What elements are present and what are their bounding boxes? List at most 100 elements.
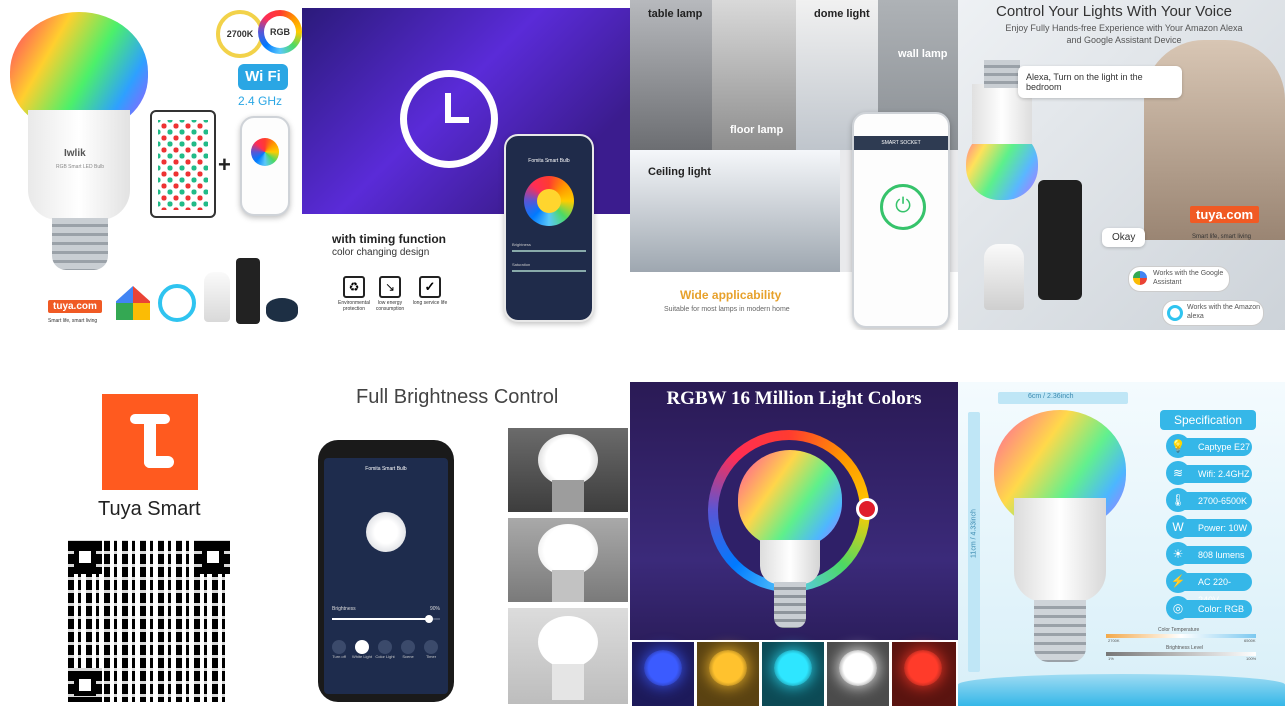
brightness-slider[interactable] — [512, 250, 586, 252]
button-label: Scene — [402, 654, 414, 659]
timer-button[interactable]: Timer — [420, 640, 442, 659]
brightness-level-bar — [1106, 652, 1256, 656]
power-button[interactable]: ⏻ — [880, 184, 926, 230]
echo-speaker-icon — [1038, 180, 1082, 300]
google-home-speaker-icon — [984, 244, 1024, 310]
spec-item: 💡 Captype E27 — [1166, 434, 1252, 458]
product-image-wide-applicability[interactable]: table lamp dome light wall lamp floor la… — [630, 0, 958, 330]
swatch-blue — [632, 642, 694, 706]
swatch-red — [892, 642, 956, 706]
power-icon: W — [1166, 515, 1190, 539]
tuya-tagline: Smart life, smart living — [1192, 234, 1252, 240]
bulb-print-label: RGB Smart LED Bulb — [55, 164, 105, 170]
alexa-icon — [158, 284, 196, 322]
spec-text: Captype E27 — [1198, 442, 1251, 452]
product-image-rgbw-colors[interactable]: RGBW 16 Million Light Colors — [630, 382, 958, 706]
product-image-timing-function[interactable]: with timing function color changing desi… — [302, 0, 630, 330]
brightness-label: Brightness — [332, 606, 356, 612]
brightness-slider-track[interactable] — [332, 615, 440, 623]
tuya-logo: tuya.com — [48, 300, 102, 313]
scene-button[interactable]: Scene — [397, 640, 419, 659]
plus-icon: + — [218, 152, 231, 177]
color-light-button[interactable]: Color Light — [374, 640, 396, 659]
rgb-bulb-image — [738, 450, 842, 548]
button-label: Turn off — [332, 654, 346, 659]
button-label: Color Light — [375, 654, 395, 659]
color-icon: ◎ — [1166, 596, 1190, 620]
app-phone-image: Fomita Smart Bulb Brightness 90% Turn of… — [318, 440, 454, 702]
feature-service-life: ✓ long service life — [406, 276, 454, 306]
product-image-rgb-bulb-remote[interactable]: Iwlik RGB Smart LED Bulb 2700K RGB Wi Fi… — [0, 0, 302, 330]
table-lamp-photo — [630, 0, 712, 150]
phone-title: Fomita Smart Bulb — [528, 158, 570, 164]
bulb-body — [1014, 498, 1106, 602]
temp-high-label: 6500K — [1244, 638, 1256, 643]
product-image-brightness-control[interactable]: Full Brightness Control Fomita Smart Bul… — [302, 382, 630, 706]
spec-text: Color: RGB — [1198, 604, 1245, 614]
google-home-speaker-icon — [204, 272, 230, 322]
button-label: Timer — [425, 654, 437, 659]
remote-control-image — [150, 110, 216, 218]
qr-code-image[interactable] — [68, 540, 230, 702]
alexa-command-bubble: Alexa, Turn on the light in the bedroom — [1018, 66, 1182, 98]
phone-header: SMART SOCKET — [854, 136, 948, 150]
app-phone-image — [240, 116, 290, 216]
wave-decoration — [958, 674, 1285, 706]
saturation-label: Saturation — [512, 262, 531, 267]
spec-text: Wifi: 2.4GHZ — [1198, 469, 1250, 479]
color-temp-label: Color Temperature — [1158, 627, 1200, 633]
bright-high-label: 100% — [1246, 656, 1257, 661]
alarm-clock-icon — [400, 70, 498, 168]
bulb-medium-photo — [508, 518, 628, 602]
product-image-tuya-app-qr[interactable]: Tuya Smart — [0, 382, 302, 706]
saturation-slider[interactable] — [512, 270, 586, 272]
alexa-icon — [1167, 305, 1183, 321]
bulb-body — [760, 540, 820, 584]
lightning-icon: ⚡ — [1166, 569, 1190, 593]
tuya-app-icon — [102, 394, 198, 490]
spec-item: ☀ 808 lumens — [1166, 542, 1252, 566]
timing-subheading: color changing design — [332, 247, 430, 258]
feature-label: long service life — [412, 300, 448, 306]
white-light-button[interactable]: White Light — [351, 640, 373, 659]
bulb-base-icon — [774, 582, 806, 628]
energy-icon: ↘ — [379, 276, 401, 298]
size-label: 6cm / 2.36inch — [1028, 393, 1074, 400]
works-with-alexa-badge: Works with the Amazon alexa — [1162, 300, 1264, 326]
echo-dot-icon — [266, 298, 298, 322]
ceiling-light-label: Ceiling light — [648, 166, 711, 178]
brightness-slider-knob[interactable] — [425, 615, 434, 623]
bulb-dim-photo — [508, 428, 628, 512]
spec-item: W Power: 10W — [1166, 515, 1252, 539]
google-home-icon — [116, 286, 150, 320]
bulb-bright-photo — [508, 608, 628, 704]
swatch-cyan — [762, 642, 824, 706]
works-with-google-badge: Works with the Google Assistant — [1128, 266, 1230, 292]
swatch-yellow — [697, 642, 759, 706]
rgbw-title: RGBW 16 Million Light Colors — [666, 388, 922, 409]
tuya-tagline: Smart life, smart living — [48, 318, 98, 324]
spec-text: Power: 10W — [1198, 523, 1248, 533]
google-assistant-icon — [1133, 271, 1147, 285]
spec-text: 808 lumens — [1198, 550, 1245, 560]
color-temp-bar — [1106, 634, 1256, 638]
works-google-label: Works with the Google Assistant — [1153, 270, 1224, 286]
tuya-logo: tuya.com — [1190, 206, 1260, 223]
product-image-specification[interactable]: 6cm / 2.36inch 11cm / 4.33inch Specifica… — [958, 382, 1285, 706]
floor-lamp-label: floor lamp — [730, 124, 784, 136]
color-picker-knob[interactable] — [856, 498, 878, 520]
product-image-voice-control[interactable]: Control Your Lights With Your Voice Enjo… — [958, 0, 1285, 330]
voice-title: Control Your Lights With Your Voice — [996, 3, 1232, 20]
table-lamp-label: table lamp — [648, 8, 703, 20]
spec-title: Specification — [1160, 410, 1256, 430]
swatch-white — [827, 642, 889, 706]
bulb-base-icon — [984, 60, 1020, 88]
phone-title: Fomita Smart Bulb — [365, 466, 407, 472]
bulb-base-icon — [1034, 600, 1086, 662]
bulb-preview — [366, 512, 406, 552]
turn-off-button[interactable]: Turn off — [328, 640, 350, 659]
button-label: White Light — [351, 654, 372, 659]
phone-screen: Fomita Smart Bulb Brightness 90% Turn of… — [324, 458, 448, 694]
thermometer-icon: 🌡 — [1166, 488, 1190, 512]
wall-lamp-label: wall lamp — [898, 48, 948, 60]
